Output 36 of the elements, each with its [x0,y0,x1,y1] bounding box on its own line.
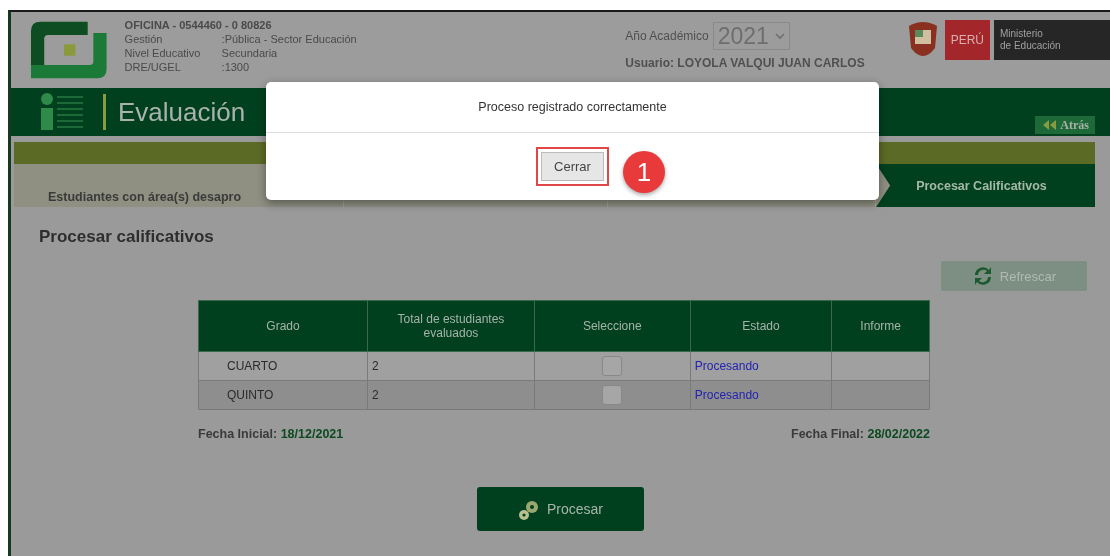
rewind-icon [1043,120,1057,130]
table-cell: QUINTO [198,380,368,410]
field-label: DRE/UGEL [124,60,182,74]
year-label: Año Académico [625,29,709,43]
chevron-down-icon [774,32,785,40]
field-label: Gestión [124,32,164,46]
section-title: Procesar calificativos [39,227,215,247]
column-header: Seleccione [534,300,691,352]
column-header: Total de estudiantes evaluados [367,300,535,352]
date-text: Fecha Final: 28/02/2022 [791,427,930,441]
column-header: Grado [198,300,368,352]
table-cell: CUARTO [198,351,368,381]
country-label: PERÚ [944,20,990,60]
field-label: Nivel Educativo [124,46,202,60]
dialog-message: Proceso registrado correctamente [266,82,879,133]
column-header: Estado [690,300,832,352]
table-cell: 2 [367,380,535,410]
office-code: OFICINA - 0544460 - 0 80826 [124,18,273,32]
step-badge: 1 [623,151,665,193]
ministry-label: Ministerio de Educación [994,20,1110,60]
date-text: Fecha Inicial: 18/12/2021 [198,427,344,441]
logo-icon [31,20,107,80]
process-button[interactable]: Procesar [476,487,644,531]
step-tab[interactable]: Procesar Calificativos [876,164,1095,207]
info-list-icon [39,92,85,132]
back-button[interactable]: Atrás [1035,116,1095,134]
table-cell: 2 [367,351,535,381]
page-title: Evaluación [118,96,246,128]
close-button[interactable]: Cerrar [541,152,604,181]
checkbox[interactable] [602,385,623,405]
column-header: Informe [831,300,930,352]
checkbox[interactable] [602,356,623,376]
field-value: Secundaria [221,46,278,60]
user-name: Usuario: LOYOLA VALQUI JUAN CARLOS [625,56,865,70]
field-value: :Pública - Sector Educación [221,32,357,46]
field-value: :1300 [221,60,250,74]
